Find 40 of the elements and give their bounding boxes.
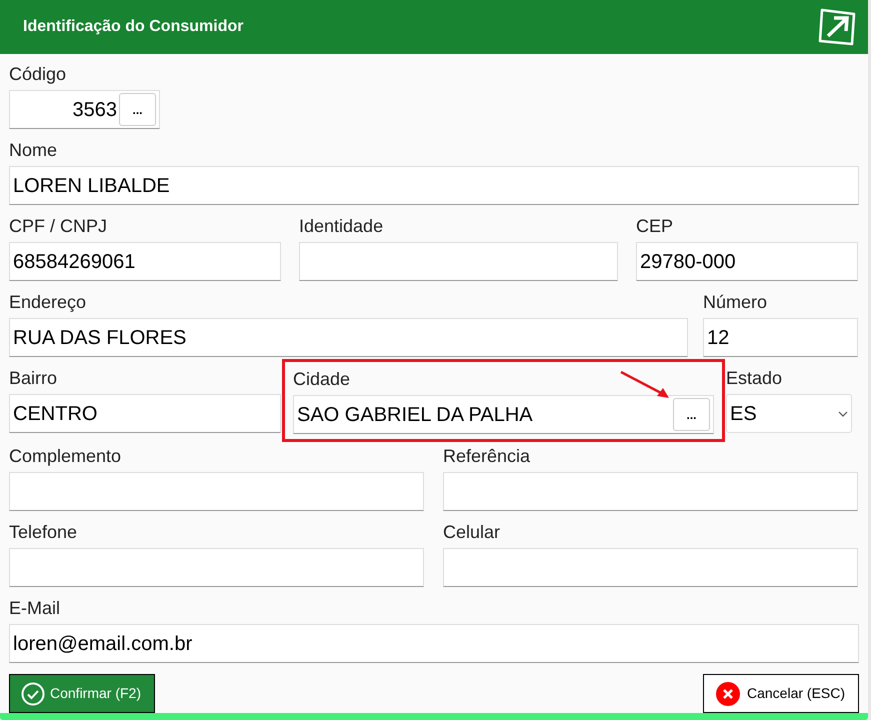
input-field[interactable]	[9, 472, 424, 511]
field-label: Identidade	[299, 215, 384, 238]
input-field[interactable]	[299, 242, 618, 281]
field-label: Endereço	[9, 291, 86, 314]
input-field[interactable]: RUA DAS FLORES	[9, 318, 688, 357]
field-label: Celular	[443, 521, 500, 544]
field-label: Referência	[443, 445, 530, 468]
field-label: Telefone	[9, 521, 78, 544]
pointer-arrow	[619, 370, 671, 400]
field-label: Estado	[726, 367, 782, 390]
lookup-button[interactable]: ...	[119, 93, 156, 126]
field-label: Número	[703, 291, 768, 314]
check-circle-icon	[21, 682, 45, 706]
field-label: E-Mail	[9, 597, 60, 620]
confirm-button[interactable]: Confirmar (F2)	[9, 674, 155, 713]
chevron-down-icon	[838, 410, 848, 416]
input-field[interactable]	[9, 548, 424, 587]
exit-arrow-icon[interactable]	[816, 6, 858, 48]
field-label: Código	[9, 63, 66, 86]
input-field[interactable]: 29780-000	[636, 242, 858, 281]
lookup-button[interactable]: ...	[673, 398, 710, 431]
input-field[interactable]: LOREN LIBALDE	[9, 166, 859, 205]
input-field[interactable]: 3563 ...	[9, 90, 160, 129]
input-field[interactable]	[443, 548, 858, 587]
input-field[interactable]: SAO GABRIEL DA PALHA ...	[293, 395, 714, 434]
field-label: CPF / CNPJ	[9, 215, 108, 238]
window-title: Identificação do Consumidor	[23, 17, 244, 37]
field-label: Complemento	[9, 445, 122, 468]
state-select[interactable]: ES	[726, 394, 852, 433]
field-label: CEP	[636, 215, 674, 238]
input-field[interactable]: CENTRO	[9, 394, 281, 433]
close-icon	[716, 682, 740, 706]
field-label: Bairro	[9, 367, 58, 390]
cancel-button[interactable]: Cancelar (ESC)	[703, 674, 859, 713]
input-field[interactable]: 68584269061	[9, 242, 281, 281]
field-label: Cidade	[293, 368, 350, 391]
input-field[interactable]: loren@email.com.br	[9, 624, 859, 663]
field-label: Nome	[9, 139, 58, 162]
input-field[interactable]	[443, 472, 858, 511]
input-field[interactable]: 12	[703, 318, 858, 357]
